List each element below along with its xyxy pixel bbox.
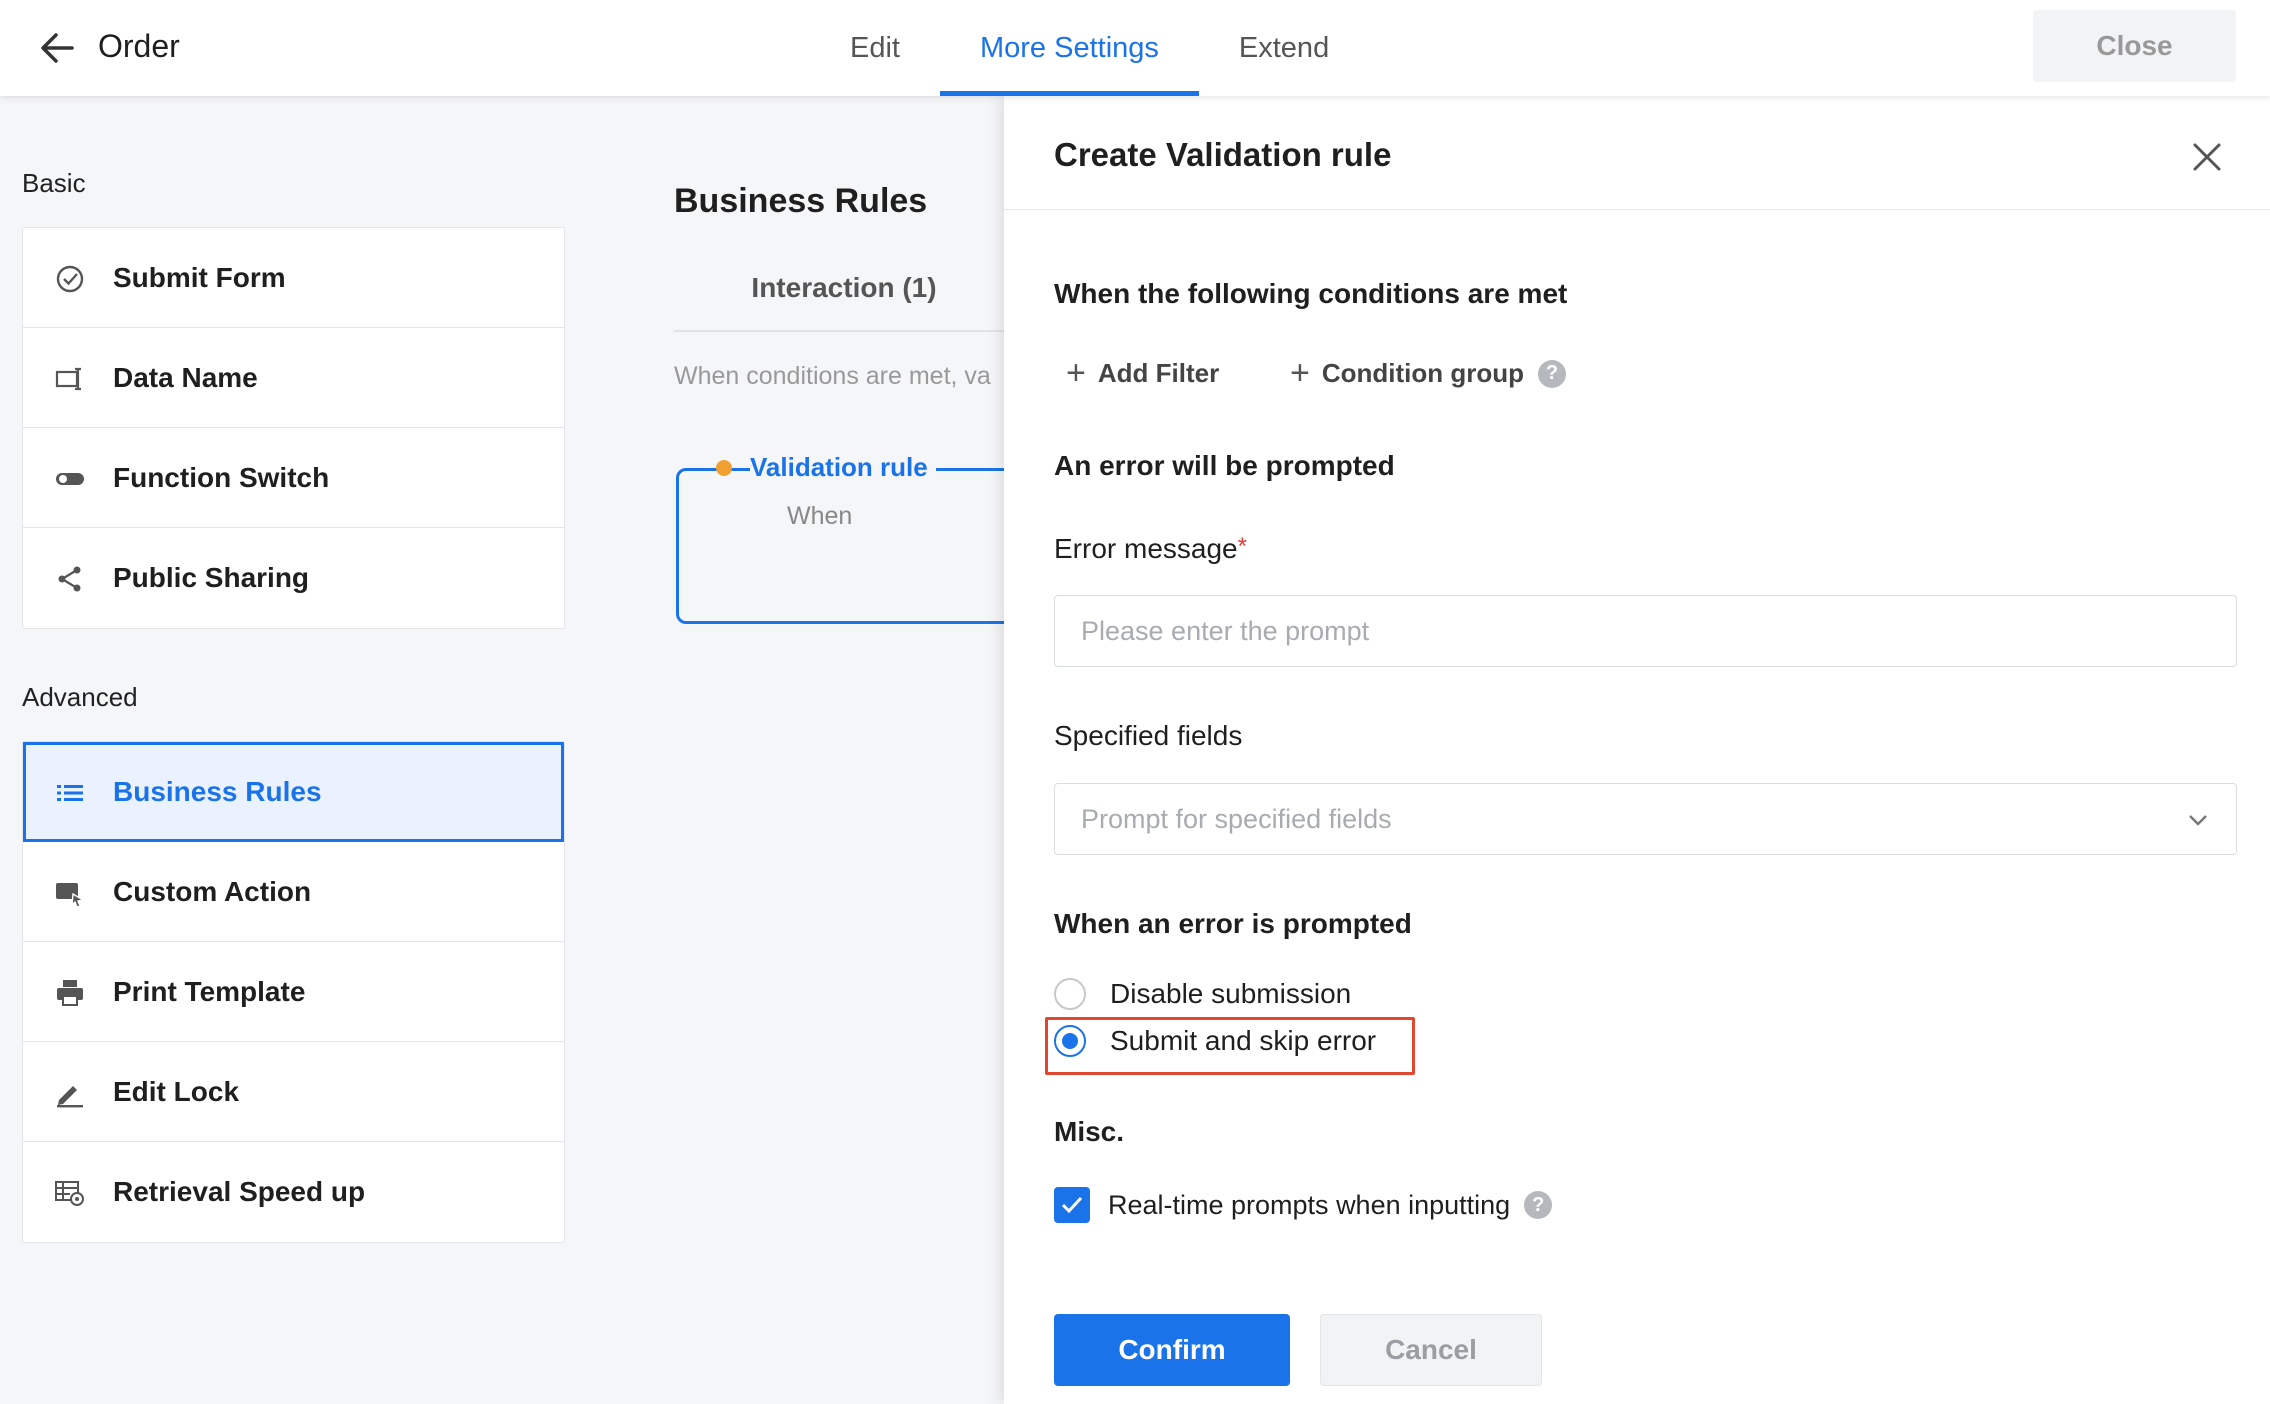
- top-tabs: Edit More Settings Extend: [810, 0, 1369, 96]
- arrow-left-icon[interactable]: [36, 26, 80, 70]
- toggle-icon: [55, 464, 85, 494]
- radio-label: Disable submission: [1110, 978, 1352, 1009]
- sidebar-item-label: Custom Action: [113, 875, 312, 907]
- list-icon: [55, 778, 85, 808]
- sidebar-item-submit-form[interactable]: Submit Form: [23, 228, 564, 328]
- sidebar-item-business-rules[interactable]: Business Rules: [23, 742, 564, 842]
- tab-extend[interactable]: Extend: [1199, 0, 1369, 96]
- rule-when-text: When: [787, 502, 853, 530]
- sidebar-item-custom-action[interactable]: Custom Action: [23, 842, 564, 942]
- radio-label: Submit and skip error: [1110, 1025, 1377, 1056]
- error-heading: An error will be prompted: [1054, 450, 1395, 481]
- cancel-button[interactable]: Cancel: [1320, 1314, 1542, 1386]
- app-title: Order: [98, 28, 180, 64]
- check-circle-icon: [55, 264, 85, 294]
- main-content: Business Rules Interaction (1) When cond…: [594, 96, 1004, 1404]
- specified-fields-label: Specified fields: [1054, 720, 1243, 751]
- rule-name[interactable]: Validation rule: [750, 452, 936, 483]
- radio-disable-submission[interactable]: Disable submission: [1054, 978, 1351, 1010]
- top-bar: Order Edit More Settings Extend Close: [0, 0, 2270, 96]
- checkbox-label: Real-time prompts when inputting: [1108, 1189, 1511, 1220]
- sidebar-item-label: Retrieval Speed up: [113, 1176, 366, 1207]
- table-gear-icon: [55, 1178, 85, 1208]
- close-button[interactable]: Close: [2033, 10, 2236, 82]
- sidebar-item-function-switch[interactable]: Function Switch: [23, 428, 564, 528]
- specified-fields-placeholder: Prompt for specified fields: [1081, 804, 1392, 834]
- status-dot: [716, 460, 732, 476]
- text-field-icon: [55, 364, 85, 394]
- share-icon: [55, 564, 85, 594]
- sidebar-item-data-name[interactable]: Data Name: [23, 328, 564, 428]
- when-prompted-heading: When an error is prompted: [1054, 908, 1412, 939]
- add-filter-label: Add Filter: [1097, 358, 1220, 388]
- radio-button-selected[interactable]: [1054, 1025, 1086, 1057]
- advanced-group: Business Rules Custom Action Print Templ…: [22, 741, 565, 1243]
- specified-fields-select[interactable]: Prompt for specified fields: [1054, 783, 2237, 855]
- radio-button[interactable]: [1054, 978, 1086, 1010]
- tab-more-settings[interactable]: More Settings: [939, 0, 1199, 96]
- pencil-icon: [55, 1078, 85, 1108]
- radio-submit-skip-error[interactable]: Submit and skip error: [1054, 1025, 1376, 1057]
- condition-group-label: Condition group: [1321, 358, 1525, 388]
- error-message-label: Error message*: [1054, 533, 1247, 565]
- misc-heading: Misc.: [1054, 1116, 1125, 1147]
- drawer-header: Create Validation rule: [1004, 96, 2270, 210]
- sidebar-item-print-template[interactable]: Print Template: [23, 942, 564, 1042]
- sidebar-item-label: Public Sharing: [113, 562, 310, 593]
- add-filter-button[interactable]: + Add Filter: [1066, 354, 1219, 393]
- sidebar-item-label: Function Switch: [113, 461, 330, 493]
- error-message-input[interactable]: [1054, 595, 2237, 667]
- basic-group: Submit Form Data Name Function Switch Pu…: [22, 227, 565, 629]
- sidebar-item-label: Edit Lock: [113, 1075, 240, 1107]
- sidebar-item-edit-lock[interactable]: Edit Lock: [23, 1042, 564, 1142]
- sidebar-item-label: Data Name: [113, 361, 258, 393]
- realtime-prompts-checkbox-row[interactable]: Real-time prompts when inputting ?: [1054, 1187, 1553, 1223]
- page-title: Business Rules: [674, 182, 928, 220]
- condition-group-button[interactable]: + Condition group ?: [1290, 354, 1567, 393]
- sidebar-item-public-sharing[interactable]: Public Sharing: [23, 528, 564, 628]
- rules-description: When conditions are met, va: [674, 362, 991, 390]
- tab-interaction[interactable]: Interaction (1): [674, 246, 1004, 332]
- sidebar: Basic Submit Form Data Name Function Swi…: [0, 96, 594, 1404]
- printer-icon: [55, 978, 85, 1008]
- plus-icon: +: [1066, 354, 1086, 392]
- required-mark: *: [1237, 533, 1247, 560]
- chevron-down-icon: [2186, 808, 2210, 832]
- drawer-title: Create Validation rule: [1054, 136, 1392, 173]
- help-icon[interactable]: ?: [1524, 1191, 1553, 1219]
- validation-rule-drawer: Create Validation rule When the followin…: [1004, 96, 2270, 1404]
- confirm-button[interactable]: Confirm: [1054, 1314, 1290, 1386]
- checkbox-checked[interactable]: [1054, 1187, 1090, 1223]
- section-label-basic: Basic: [22, 168, 86, 198]
- conditions-heading: When the following conditions are met: [1054, 278, 1568, 309]
- sidebar-item-label: Business Rules: [113, 776, 322, 807]
- sidebar-item-label: Submit Form: [113, 261, 286, 293]
- error-message-label-text: Error message: [1054, 533, 1238, 564]
- help-icon[interactable]: ?: [1538, 359, 1567, 388]
- sidebar-item-retrieval-speed-up[interactable]: Retrieval Speed up: [23, 1142, 564, 1242]
- tab-edit[interactable]: Edit: [810, 0, 940, 96]
- cursor-window-icon: [55, 878, 85, 908]
- close-icon[interactable]: [2190, 140, 2224, 174]
- plus-icon: +: [1290, 354, 1310, 392]
- sidebar-item-label: Print Template: [113, 975, 306, 1007]
- section-label-advanced: Advanced: [22, 682, 138, 712]
- rule-card[interactable]: [676, 468, 1004, 624]
